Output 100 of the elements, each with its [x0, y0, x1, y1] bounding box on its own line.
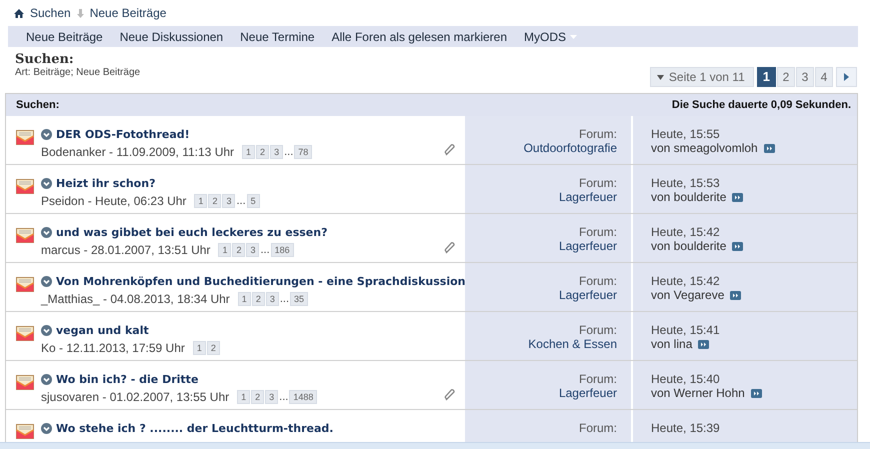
jump-circle-icon[interactable] — [41, 423, 52, 434]
thread-title-link[interactable]: DER ODS-Fotothread! — [56, 128, 190, 141]
go-to-post-icon[interactable] — [764, 144, 775, 152]
forum-link[interactable]: Outdoorfotografie — [524, 141, 617, 155]
page-link[interactable]: 2 — [251, 390, 264, 404]
go-to-post-icon[interactable] — [730, 290, 742, 300]
forum-label: Forum: — [578, 176, 617, 190]
home-icon[interactable] — [14, 8, 24, 18]
envelope-icon — [16, 277, 34, 292]
last-post-time: Heute, 15:42 — [651, 274, 720, 288]
page-link[interactable]: 2 — [256, 145, 270, 159]
forum-link[interactable]: Lagerfeuer — [558, 190, 617, 204]
next-arrow-icon — [844, 73, 849, 81]
jump-circle-icon[interactable] — [41, 129, 52, 140]
envelope-icon — [16, 179, 34, 194]
page-link[interactable]: 1 — [218, 243, 232, 257]
thread-title-link[interactable]: Wo stehe ich ? ........ der Leuchtturm-thread. — [56, 422, 334, 435]
thread-title-link[interactable]: Wo bin ich? - die Dritte — [56, 373, 198, 386]
page-link[interactable]: 3 — [222, 194, 236, 208]
page-link[interactable]: 5 — [246, 194, 260, 208]
page-link[interactable]: 1 — [242, 145, 256, 159]
page-jump-button[interactable]: Seite 1 von 11 — [650, 67, 754, 87]
forum-label: Forum: — [578, 225, 617, 239]
page-link[interactable]: 1 — [192, 341, 206, 355]
thread-author-date: sjusovaren - 01.02.2007, 13:55 Uhr — [41, 390, 230, 404]
go-to-post-icon[interactable] — [698, 340, 710, 348]
page-link[interactable]: 1488 — [289, 390, 318, 404]
envelope-icon — [16, 130, 34, 145]
ellipsis-text: ... — [279, 390, 288, 404]
last-poster-link[interactable]: von smeagolvomloh — [651, 141, 758, 155]
forum-link[interactable]: Lagerfeuer — [558, 288, 617, 302]
page-link[interactable]: 2 — [208, 194, 222, 208]
thread-author-date: _Matthias_ - 04.08.2013, 18:34 Uhr — [41, 292, 230, 306]
page-button[interactable]: 4 — [815, 67, 833, 87]
page-link[interactable]: 2 — [206, 341, 220, 355]
page-link[interactable]: 3 — [265, 390, 278, 404]
ellipsis-text: ... — [236, 194, 246, 208]
page-link[interactable]: 3 — [266, 292, 279, 306]
page-link[interactable]: 2 — [232, 243, 246, 257]
page-link[interactable]: 1 — [237, 390, 250, 404]
forum-label: Forum: — [578, 323, 617, 337]
jump-circle-icon[interactable] — [41, 227, 52, 238]
nav-link[interactable]: Neue Beiträge — [26, 30, 103, 44]
search-time-text: Die Suche dauerte 0,09 Sekunden. — [672, 99, 851, 111]
envelope-icon — [16, 228, 34, 243]
caret-icon — [656, 74, 664, 80]
page-link[interactable]: 2 — [252, 292, 265, 306]
nav-link[interactable]: Neue Diskussionen — [120, 30, 224, 44]
go-to-post-icon[interactable] — [732, 242, 744, 250]
last-post-time: Heute, 15:42 — [651, 225, 720, 239]
forum-label: Forum: — [578, 372, 617, 386]
page-link[interactable]: 3 — [246, 243, 260, 257]
jump-circle-icon[interactable] — [41, 374, 52, 385]
forum-label: Forum: — [578, 127, 617, 141]
nav-link[interactable]: Neue Termine — [240, 30, 315, 44]
breadcrumb-arrow-icon — [76, 8, 84, 18]
envelope-icon — [16, 424, 34, 439]
ellipsis-text: ... — [260, 244, 270, 256]
page-link[interactable]: 78 — [294, 145, 312, 159]
last-post-time: Heute, 15:39 — [651, 421, 720, 435]
page-link[interactable]: 3 — [270, 145, 284, 159]
next-page-button[interactable] — [836, 67, 857, 87]
last-poster-link[interactable]: von boulderite — [651, 239, 726, 253]
paperclip-icon — [444, 389, 457, 401]
nav-link[interactable]: Alle Foren als gelesen markieren — [332, 30, 508, 44]
page-link[interactable]: 1 — [238, 292, 251, 306]
forum-link[interactable]: Kochen & Essen — [528, 337, 617, 351]
thread-title-link[interactable]: Von Mohrenköpfen und Bucheditierungen - eine Sprachdiskussion — [56, 275, 466, 288]
forum-link[interactable]: Lagerfeuer — [558, 386, 617, 400]
last-post-time: Heute, 15:53 — [651, 176, 720, 190]
jump-circle-icon[interactable] — [41, 325, 52, 336]
jump-circle-icon[interactable] — [41, 276, 52, 287]
page-link[interactable]: 186 — [270, 243, 294, 257]
thread-author-date: Ko - 12.11.2013, 17:59 Uhr — [41, 341, 185, 355]
breadcrumb-link[interactable]: Suchen — [30, 6, 71, 20]
last-poster-link[interactable]: von Werner Hohn — [651, 386, 745, 400]
envelope-icon — [16, 375, 34, 390]
breadcrumb-link[interactable]: Neue Beiträge — [90, 6, 166, 20]
thread-title-link[interactable]: und was gibbet bei euch leckeres zu essen? — [56, 226, 328, 239]
paperclip-icon — [444, 144, 457, 156]
page-button[interactable]: 3 — [796, 67, 814, 87]
last-post-time: Heute, 15:55 — [651, 127, 720, 141]
last-poster-link[interactable]: von Vegareve — [651, 288, 724, 302]
nav-link[interactable]: MyODS — [524, 30, 566, 44]
go-to-post-icon[interactable] — [750, 388, 762, 398]
forum-link[interactable]: Lagerfeuer — [558, 239, 617, 253]
forum-label: Forum: — [578, 421, 617, 435]
thread-author-date: marcus - 28.01.2007, 13:51 Uhr — [41, 243, 210, 257]
jump-circle-icon[interactable] — [41, 178, 52, 189]
go-to-post-icon[interactable] — [732, 192, 744, 202]
page-button[interactable]: 1 — [756, 67, 776, 87]
page-link[interactable]: 35 — [290, 292, 308, 306]
page-link[interactable]: 1 — [194, 194, 208, 208]
last-poster-link[interactable]: von boulderite — [651, 190, 726, 204]
ellipsis-text: ... — [284, 146, 294, 158]
thread-title-link[interactable]: Heizt ihr schon? — [56, 177, 156, 190]
last-poster-link[interactable]: von lina — [651, 337, 692, 351]
thread-author-date: Bodenanker - 11.09.2009, 11:13 Uhr — [41, 145, 234, 159]
thread-title-link[interactable]: vegan und kalt — [56, 324, 149, 337]
page-button[interactable]: 2 — [777, 67, 795, 87]
